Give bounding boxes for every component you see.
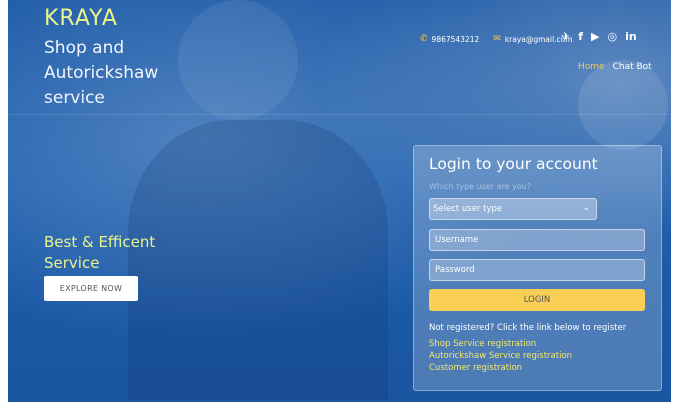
- hero-headline: Best & Efficent Service: [44, 233, 156, 272]
- mail-icon: ✉: [493, 34, 501, 44]
- header-divider: [8, 114, 671, 115]
- shop-registration-link[interactable]: Shop Service registration: [429, 339, 536, 349]
- explore-now-button[interactable]: EXPLORE NOW: [44, 276, 138, 301]
- youtube-icon[interactable]: ▶: [591, 30, 599, 43]
- user-type-value: Select user type: [433, 204, 503, 214]
- hero-section: KRAYA Shop and Autorickshaw service ✆ 98…: [8, 0, 671, 402]
- autorickshaw-registration-link[interactable]: Autorickshaw Service registration: [429, 351, 572, 361]
- phone-contact[interactable]: ✆ 9867543212: [420, 34, 479, 44]
- nav-home[interactable]: Home: [578, 62, 605, 72]
- main-nav: Home Chat Bot: [578, 62, 652, 72]
- social-links: ✈ f ▶ ◎ in: [561, 30, 637, 43]
- brand-tagline: Shop and Autorickshaw service: [44, 38, 159, 108]
- user-type-prompt: Which type user are you?: [429, 182, 532, 191]
- chevron-down-icon: ⌄: [582, 203, 590, 213]
- linkedin-icon[interactable]: in: [625, 30, 637, 43]
- brand-logo[interactable]: KRAYA: [44, 6, 118, 31]
- username-placeholder: Username: [435, 235, 479, 245]
- username-input[interactable]: Username: [429, 229, 645, 251]
- twitter-icon[interactable]: ✈: [561, 30, 570, 43]
- nav-chat-bot[interactable]: Chat Bot: [613, 62, 652, 72]
- background-figure-right: [578, 60, 668, 150]
- user-type-select[interactable]: Select user type ⌄: [429, 198, 597, 220]
- customer-registration-link[interactable]: Customer registration: [429, 363, 522, 373]
- password-placeholder: Password: [435, 265, 475, 275]
- phone-icon: ✆: [420, 34, 428, 44]
- login-button[interactable]: LOGIN: [429, 289, 645, 311]
- background-figure-head: [178, 0, 298, 120]
- register-note: Not registered? Click the link below to …: [429, 323, 627, 333]
- facebook-icon[interactable]: f: [578, 30, 583, 43]
- password-input[interactable]: Password: [429, 259, 645, 281]
- instagram-icon[interactable]: ◎: [607, 30, 617, 43]
- login-card: Login to your account Which type user ar…: [413, 145, 662, 391]
- login-title: Login to your account: [429, 155, 598, 173]
- phone-number: 9867543212: [431, 34, 480, 44]
- page: KRAYA Shop and Autorickshaw service ✆ 98…: [0, 0, 678, 408]
